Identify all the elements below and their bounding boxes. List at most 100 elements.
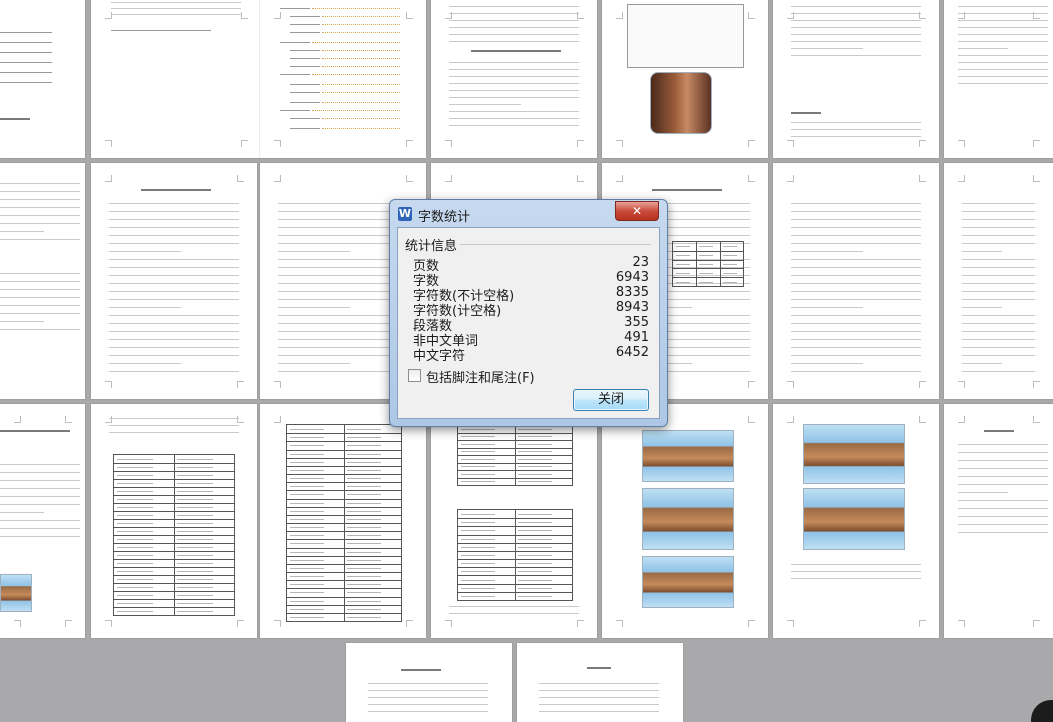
document-page[interactable]	[0, 0, 85, 158]
page-text-line	[368, 683, 488, 684]
page-text-line	[449, 104, 521, 105]
page-text-line	[109, 203, 239, 204]
page-text-line	[109, 331, 239, 332]
page-text-line	[0, 472, 80, 473]
document-page[interactable]	[944, 404, 1053, 638]
table-cell-text	[347, 608, 382, 610]
document-page[interactable]	[602, 0, 768, 158]
page-text-line	[449, 613, 579, 614]
page-text-line	[962, 331, 1035, 332]
table-cell-text	[699, 264, 714, 265]
stat-value: 23	[632, 255, 649, 270]
toc-leader	[312, 8, 400, 10]
table-cell-text	[518, 571, 553, 573]
toc-leader	[322, 58, 400, 60]
page-text-line	[109, 259, 239, 260]
include-footnotes-checkbox[interactable]	[408, 369, 421, 382]
document-page[interactable]	[346, 643, 512, 722]
corner-overlay	[1031, 700, 1053, 722]
table-cell-text	[461, 458, 496, 460]
document-page[interactable]	[91, 404, 257, 638]
table-rule	[344, 425, 345, 621]
page-text-line	[368, 697, 488, 698]
document-page[interactable]	[0, 404, 85, 638]
table-cell-text	[290, 518, 325, 520]
document-page[interactable]	[91, 163, 257, 399]
table-cell-text	[117, 595, 153, 596]
crop-mark	[105, 381, 112, 388]
page-text-line	[958, 76, 1048, 77]
table-cell-text	[676, 255, 690, 257]
page-text-line	[0, 520, 80, 521]
table-cell-text	[461, 428, 496, 430]
close-button[interactable]: 关闭	[573, 389, 649, 411]
table-cell-text	[347, 437, 382, 439]
table-cell-text	[518, 530, 553, 532]
page-text-line	[109, 347, 239, 348]
table-cell-text	[290, 478, 325, 480]
page-text-line	[791, 243, 921, 244]
document-page[interactable]	[431, 0, 597, 158]
table-cell-text	[290, 551, 325, 553]
page-text-line	[958, 452, 1048, 453]
table-cell-text	[347, 445, 382, 447]
page-text-line	[791, 315, 921, 316]
page-text-line	[0, 191, 80, 192]
close-icon[interactable]: ✕	[615, 201, 659, 221]
document-page[interactable]	[260, 404, 426, 638]
page-text-line	[0, 480, 80, 481]
page-text-line	[109, 323, 239, 324]
document-page[interactable]	[944, 163, 1053, 399]
dialog-titlebar[interactable]: W 字数统计 ✕	[390, 200, 667, 228]
word-count-dialog: W 字数统计 ✕ 统计信息 页数 23 字数 6943 字符数(不计空格) 83…	[389, 199, 668, 427]
table-cell-text	[177, 483, 213, 484]
include-footnotes-label[interactable]: 包括脚注和尾注(F)	[426, 367, 535, 386]
document-page[interactable]	[944, 0, 1053, 158]
document-page[interactable]	[260, 0, 426, 158]
page-text-line	[449, 41, 579, 42]
table-cell-text	[518, 458, 553, 460]
page-text-line	[290, 66, 320, 67]
crop-mark	[65, 620, 72, 627]
table-cell-text	[676, 246, 690, 248]
table-cell-text	[290, 543, 325, 545]
stat-value: 355	[624, 315, 649, 330]
page-text-line	[962, 235, 1035, 236]
page-text-line	[280, 74, 310, 75]
page-text-line	[449, 6, 579, 7]
table-cell-text	[347, 461, 382, 463]
table-cell-text	[518, 436, 553, 438]
document-page[interactable]	[602, 404, 768, 638]
part-render	[650, 72, 712, 134]
crop-mark	[748, 381, 755, 388]
page-text-line	[958, 500, 1048, 501]
crop-mark	[958, 416, 965, 423]
page-text-line	[791, 55, 921, 56]
page-text-line	[368, 711, 488, 712]
table-cell-text	[290, 437, 325, 439]
crop-mark	[577, 12, 584, 19]
page-text-line	[109, 283, 239, 284]
page-text-line	[109, 251, 181, 252]
table-rule	[673, 259, 743, 261]
toc-leader	[312, 74, 400, 76]
document-page[interactable]	[773, 0, 939, 158]
document-page[interactable]	[773, 163, 939, 399]
document-page[interactable]	[0, 163, 85, 399]
crop-mark	[787, 12, 794, 19]
page-text-line	[958, 516, 1048, 517]
table-cell-text	[461, 595, 496, 597]
table-cell-text	[177, 523, 213, 524]
toc-leader	[322, 50, 400, 52]
document-page[interactable]	[773, 404, 939, 638]
document-page[interactable]	[91, 0, 261, 158]
page-text-line	[791, 339, 921, 340]
crop-mark	[919, 416, 926, 423]
crop-mark	[748, 140, 755, 147]
crop-mark	[241, 140, 248, 147]
stat-value: 8943	[615, 300, 649, 315]
document-page[interactable]	[431, 404, 597, 638]
page-text-line	[0, 496, 80, 497]
page-text-line	[290, 102, 320, 103]
document-page[interactable]	[517, 643, 683, 722]
